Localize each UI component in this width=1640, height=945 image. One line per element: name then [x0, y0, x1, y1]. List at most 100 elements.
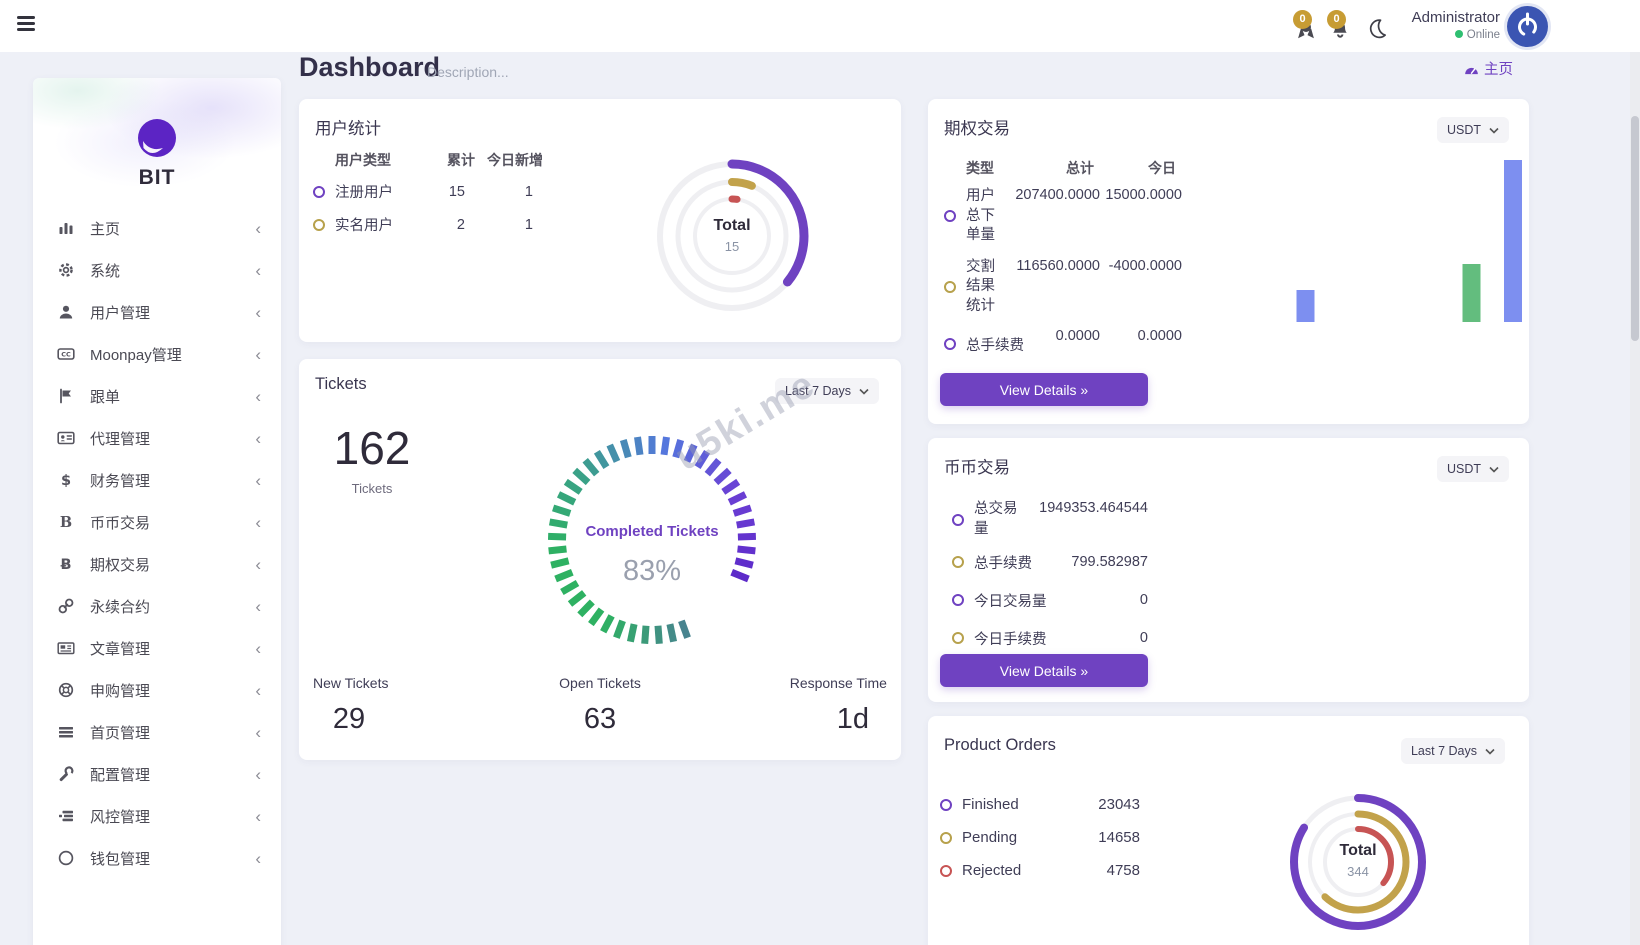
sidebar-item-home[interactable]: 主页 ‹	[33, 207, 281, 249]
sidebar-item-subscription[interactable]: 申购管理 ‹	[33, 669, 281, 711]
newspaper-icon	[57, 639, 77, 657]
sidebar-item-wallet[interactable]: 钱包管理 ‹	[33, 837, 281, 879]
chevron-left-icon: ‹	[255, 554, 261, 574]
notification-count-badge: 0	[1327, 10, 1346, 29]
stat-value: 1d	[836, 703, 869, 735]
options-currency-select[interactable]: USDT	[1436, 117, 1509, 143]
cc-icon: CC	[57, 345, 77, 363]
row-label: 总手续费	[966, 337, 1024, 354]
sidebar-item-config[interactable]: 配置管理 ‹	[33, 753, 281, 795]
col-header: 用户类型	[335, 152, 391, 168]
sidebar-item-moonpay[interactable]: CC Moonpay管理 ‹	[33, 333, 281, 375]
notification-award-icon[interactable]: 0	[1293, 10, 1319, 44]
page-title: Dashboard	[299, 52, 441, 82]
avatar[interactable]	[1507, 6, 1548, 47]
row-total: 15	[448, 183, 465, 200]
row-today: 1	[524, 216, 533, 233]
sidebar-item-agents[interactable]: 代理管理 ‹	[33, 417, 281, 459]
user-menu[interactable]: Administrator Online	[1392, 8, 1500, 46]
gauge-label: Completed Tickets	[585, 523, 719, 540]
options-bar-chart	[1296, 160, 1522, 322]
dark-mode-moon-icon[interactable]	[1366, 17, 1388, 39]
row-value: 799.582987	[1071, 554, 1148, 571]
row-total: 0.0000	[1055, 328, 1100, 345]
online-dot	[1454, 30, 1463, 38]
spot-stats-table: 总交易量 1949353.464544 总手续费 799.582987 今日交易…	[952, 496, 1148, 657]
brand-name: BIT	[138, 166, 176, 189]
chevron-left-icon: ‹	[255, 806, 261, 826]
scrollbar-thumb[interactable]	[1631, 116, 1639, 341]
tickets-stat: Response Time 1d	[696, 675, 887, 736]
hamburger-menu-icon[interactable]	[17, 16, 37, 36]
tickets-stat: Open Tickets 63	[504, 675, 695, 736]
spot-view-details-button[interactable]: View Details »	[940, 654, 1148, 687]
sidebar-item-homepage[interactable]: 首页管理 ‹	[33, 711, 281, 753]
chevron-left-icon: ‹	[255, 344, 261, 364]
options-view-details-button[interactable]: View Details »	[940, 373, 1148, 406]
series-marker	[940, 831, 952, 844]
orders-range-select[interactable]: Last 7 Days	[1400, 738, 1505, 764]
chevron-down-icon	[859, 388, 869, 395]
svg-text:Ƀ: Ƀ	[60, 557, 71, 573]
user-status: Online	[1392, 28, 1500, 43]
sidebar-item-copy-trading[interactable]: 跟单 ‹	[33, 375, 281, 417]
row-label: 今日手续费	[974, 631, 1047, 648]
chevron-left-icon: ‹	[255, 218, 261, 238]
stat-value: 29	[332, 703, 366, 735]
user-stats-card: 用户统计 用户类型 累计 今日新增 注册用户 15 1 实名用户 2 1 Tot…	[299, 99, 901, 342]
sidebar-item-label: 文章管理	[90, 640, 151, 658]
sidebar-item-risk[interactable]: 风控管理 ‹	[33, 795, 281, 837]
sidebar-item-perpetual[interactable]: 永续合约 ‹	[33, 585, 281, 627]
range-value: Last 7 Days	[1410, 744, 1477, 758]
scrollbar-track[interactable]	[1630, 52, 1640, 945]
series-marker	[313, 218, 325, 231]
stat-label: Response Time	[789, 675, 887, 691]
row-today: 1	[524, 183, 533, 200]
sidebar-item-label: 申购管理	[90, 682, 151, 700]
orders-table: Finished 23043 Pending 14658 Rejected 47…	[940, 788, 1140, 887]
chevron-left-icon: ‹	[255, 722, 261, 742]
row-label: Finished	[962, 796, 1019, 813]
svg-text:$: $	[61, 473, 71, 489]
col-header: 今日新增	[487, 152, 543, 168]
flag-icon	[57, 387, 77, 405]
tickets-range-select[interactable]: Last 7 Days	[774, 378, 879, 404]
stat-label: New Tickets	[313, 675, 389, 691]
breadcrumb[interactable]: 主页	[1399, 58, 1513, 79]
row-today: 0.0000	[1137, 328, 1182, 345]
chart-bar-icon	[57, 219, 77, 237]
table-row: Finished 23043	[940, 788, 1140, 821]
sidebar-item-articles[interactable]: 文章管理 ‹	[33, 627, 281, 669]
sidebar-item-finance[interactable]: $ 财务管理 ‹	[33, 459, 281, 501]
card-title: 用户统计	[315, 120, 381, 138]
chevron-left-icon: ‹	[255, 302, 261, 322]
sidebar-item-label: 期权交易	[90, 556, 151, 574]
chevron-down-icon	[1485, 748, 1495, 755]
notification-bell-icon[interactable]: 0	[1327, 10, 1353, 44]
tickets-total-label: Tickets	[351, 481, 393, 496]
sidebar-item-label: 系统	[90, 262, 121, 280]
chevron-down-icon	[1489, 466, 1499, 473]
table-row: 今日手续费 0	[952, 619, 1148, 657]
completed-tickets-gauge-chart	[547, 436, 757, 644]
sidebar: BIT 主页 ‹ 系统 ‹ 用户管理 ‹ CC Moonpay管理 ‹ 跟单 ‹…	[33, 78, 281, 945]
sidebar-item-options[interactable]: Ƀ 期权交易 ‹	[33, 543, 281, 585]
row-value: 0	[1139, 592, 1148, 609]
series-marker	[940, 798, 952, 811]
table-header: 用户类型 累计 今日新增	[313, 145, 593, 175]
sidebar-item-users[interactable]: 用户管理 ‹	[33, 291, 281, 333]
spot-currency-select[interactable]: USDT	[1436, 456, 1509, 482]
row-value: 1949353.464544	[1039, 500, 1148, 516]
sidebar-item-system[interactable]: 系统 ‹	[33, 249, 281, 291]
page-description: Description...	[427, 64, 509, 80]
card-title: Product Orders	[944, 736, 1056, 754]
circle-icon	[57, 849, 77, 867]
product-orders-donut-chart	[1290, 794, 1426, 930]
tickets-card: Tickets Last 7 Days 162 Tickets Complete…	[299, 359, 901, 760]
link-icon	[57, 597, 77, 615]
row-label: 总交易量	[974, 501, 1018, 537]
row-label: 总手续费	[974, 555, 1032, 572]
brand-logo[interactable]	[137, 118, 177, 158]
gauge-percent: 83%	[622, 555, 682, 587]
sidebar-item-spot[interactable]: B 币币交易 ‹	[33, 501, 281, 543]
